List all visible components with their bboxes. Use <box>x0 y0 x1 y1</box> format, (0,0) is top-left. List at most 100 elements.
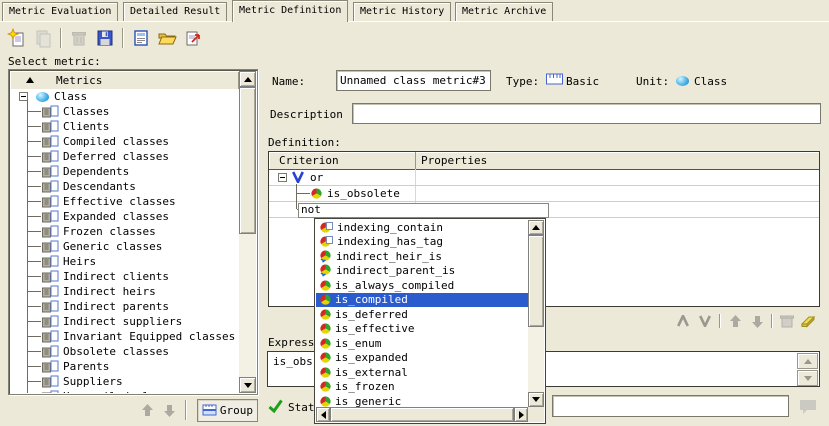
metric-icon <box>42 225 59 238</box>
dropdown-item-indexing_has_tag[interactable]: indexing_has_tag <box>316 235 528 250</box>
criterion-row-is-obsolete[interactable]: is_obsolete <box>269 186 819 201</box>
tree-scroll-down-button[interactable] <box>239 377 256 393</box>
tree-item-deferred-classes[interactable]: Deferred classes <box>10 149 239 164</box>
basic-metric-icon <box>546 73 563 85</box>
tree-root-label: Class <box>54 89 87 104</box>
tree-item-clients[interactable]: Clients <box>10 119 239 134</box>
metric-tool-window: Metric Evaluation Detailed Result Metric D… <box>0 0 829 426</box>
open-metric-file-button[interactable] <box>154 25 180 51</box>
tree-item-classes[interactable]: Classes <box>10 104 239 119</box>
tree-item-suppliers[interactable]: Suppliers <box>10 374 239 389</box>
collapse-icon[interactable] <box>278 173 287 182</box>
description-input[interactable] <box>352 103 821 124</box>
dropdown-item-indirect_heir_is[interactable]: indirect_heir_is <box>316 249 528 264</box>
status-detail-input[interactable] <box>552 395 789 417</box>
scrollbar-corner <box>528 407 544 422</box>
dropdown-horizontal-scrollbar[interactable] <box>316 407 528 422</box>
tree-item-invariant-equipped-classes[interactable]: Invariant Equipped classes <box>10 329 239 344</box>
dropdown-item-is_external[interactable]: is_external <box>316 365 528 380</box>
dropdown-item-is_compiled[interactable]: is_compiled <box>316 293 528 308</box>
tree-item-indirect-parents[interactable]: Indirect parents <box>10 299 239 314</box>
tree-item-uncompiled-classes[interactable]: Uncompiled classes <box>10 389 239 393</box>
move-up-button <box>724 312 746 330</box>
dropdown-scroll-up-button[interactable] <box>528 220 544 235</box>
criterion-pie-icon <box>320 396 331 407</box>
tree-root-class[interactable]: Class <box>10 89 239 104</box>
tab-metric-definition[interactable]: Metric Definition <box>232 0 348 22</box>
criterion-edit-box[interactable]: not <box>298 203 549 218</box>
group-toggle-button[interactable]: Group <box>197 399 258 422</box>
dropdown-item-indirect_parent_is[interactable]: indirect_parent_is <box>316 264 528 279</box>
dropdown-item-is_expanded[interactable]: is_expanded <box>316 351 528 366</box>
tree-item-descendants[interactable]: Descendants <box>10 179 239 194</box>
tree-header-label: Metrics <box>56 74 102 87</box>
dropdown-item-is_always_compiled[interactable]: is_always_compiled <box>316 278 528 293</box>
erase-criterion-button[interactable] <box>798 312 820 330</box>
dropdown-item-indexing_contain[interactable]: indexing_contain <box>316 220 528 235</box>
metric-icon <box>42 360 59 373</box>
tree-item-expanded-classes[interactable]: Expanded classes <box>10 209 239 224</box>
criterion-row-not-editing[interactable]: not <box>269 202 819 217</box>
tree-scrollbar-thumb[interactable] <box>239 87 256 234</box>
import-metrics-button[interactable] <box>128 25 154 51</box>
tree-item-heirs[interactable]: Heirs <box>10 254 239 269</box>
dropdown-item-is_frozen[interactable]: is_frozen <box>316 380 528 395</box>
tree-item-compiled-classes[interactable]: Compiled classes <box>10 134 239 149</box>
tree-item-effective-classes[interactable]: Effective classes <box>10 194 239 209</box>
export-metrics-button[interactable] <box>180 25 206 51</box>
and-operator-icon <box>677 315 689 327</box>
tree-item-frozen-classes[interactable]: Frozen classes <box>10 224 239 239</box>
tab-metric-history[interactable]: Metric History <box>353 2 451 21</box>
tree-item-dependents[interactable]: Dependents <box>10 164 239 179</box>
dropdown-item-label: indirect_heir_is <box>336 250 442 263</box>
name-input[interactable] <box>336 70 491 91</box>
class-unit-icon <box>676 76 689 86</box>
criterion-table-header: Criterion Properties <box>269 152 819 170</box>
new-metric-icon <box>7 28 27 48</box>
copy-metric-button <box>30 25 56 51</box>
dropdown-scroll-right-button[interactable] <box>514 407 528 422</box>
tree-item-label: Classes <box>63 104 109 119</box>
metric-tree-header[interactable]: Metrics <box>10 71 239 90</box>
tree-item-indirect-heirs[interactable]: Indirect heirs <box>10 284 239 299</box>
tree-item-parents[interactable]: Parents <box>10 359 239 374</box>
dropdown-vertical-scrollbar[interactable] <box>528 220 544 407</box>
tree-item-obsolete-classes[interactable]: Obsolete classes <box>10 344 239 359</box>
tree-item-indirect-clients[interactable]: Indirect clients <box>10 269 239 284</box>
tree-item-label: Generic classes <box>63 239 162 254</box>
type-label: Type: <box>506 75 539 88</box>
definition-label: Definition: <box>268 136 341 149</box>
move-down-icon <box>751 315 764 328</box>
properties-column-header[interactable]: Properties <box>421 154 487 167</box>
criterion-pie-icon <box>320 338 331 349</box>
criterion-row-or[interactable]: or <box>269 170 819 185</box>
metric-icon <box>42 270 59 283</box>
tab-metric-archive[interactable]: Metric Archive <box>455 2 553 21</box>
dropdown-item-is_enum[interactable]: is_enum <box>316 336 528 351</box>
criterion-column-header[interactable]: Criterion <box>279 154 339 167</box>
dropdown-scrollbar-thumb[interactable] <box>528 235 544 327</box>
criterion-is-obsolete-label: is_obsolete <box>327 186 400 201</box>
dropdown-hscrollbar-thumb[interactable] <box>330 407 514 422</box>
save-metric-button[interactable] <box>92 25 118 51</box>
tree-item-indirect-suppliers[interactable]: Indirect suppliers <box>10 314 239 329</box>
tab-metric-evaluation[interactable]: Metric Evaluation <box>2 2 118 21</box>
select-metric-label: Select metric: <box>8 55 101 68</box>
metric-icon <box>42 255 59 268</box>
dropdown-item-is_generic[interactable]: is_generic <box>316 394 528 407</box>
open-metric-file-icon <box>157 28 177 48</box>
delete-metric-button <box>66 25 92 51</box>
dropdown-item-label: is_enum <box>335 337 381 350</box>
tab-detailed-result[interactable]: Detailed Result <box>123 2 227 21</box>
dropdown-item-is_effective[interactable]: is_effective <box>316 322 528 337</box>
tree-item-generic-classes[interactable]: Generic classes <box>10 239 239 254</box>
unit-label: Unit: <box>636 75 669 88</box>
dropdown-scroll-left-button[interactable] <box>316 407 330 422</box>
new-metric-button[interactable] <box>4 25 30 51</box>
dropdown-item-is_deferred[interactable]: is_deferred <box>316 307 528 322</box>
criterion-relation-icon <box>320 250 332 263</box>
column-divider[interactable] <box>415 152 416 169</box>
dropdown-scroll-down-button[interactable] <box>528 392 544 407</box>
tree-scroll-up-button[interactable] <box>239 71 256 87</box>
status-ok-icon <box>268 399 283 413</box>
